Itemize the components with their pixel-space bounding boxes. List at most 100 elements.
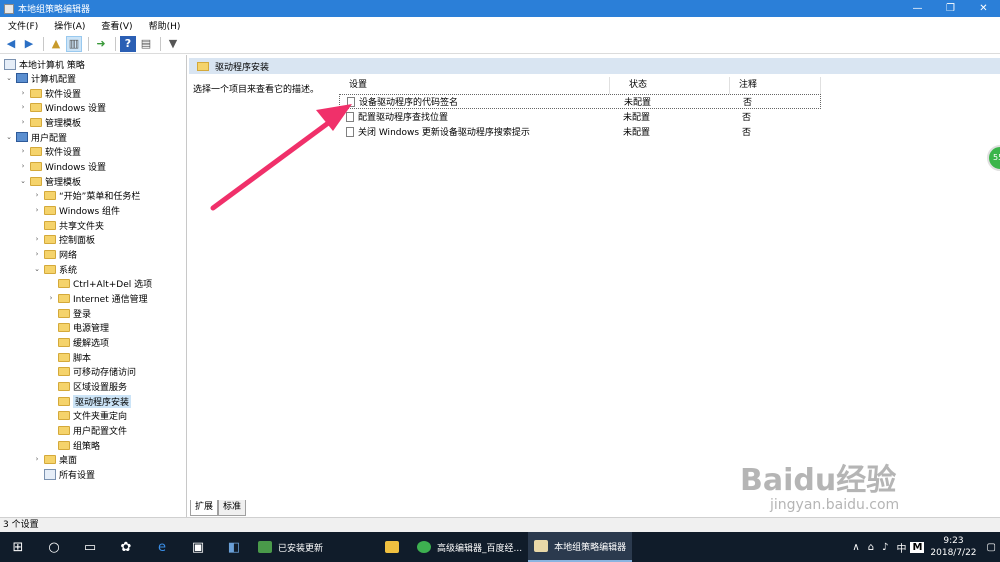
back-icon[interactable]: ◀ — [3, 36, 19, 52]
taskbar-app-browser[interactable]: 高级编辑器_百度经... — [411, 532, 528, 562]
expand-icon[interactable]: › — [18, 162, 28, 170]
column-separator[interactable] — [729, 77, 730, 94]
all-settings-icon — [44, 468, 56, 480]
export-list-icon[interactable]: ➜ — [93, 36, 109, 52]
tree-node-removable-storage[interactable]: 可移动存储访问 — [46, 364, 136, 378]
taskbar-app-installed-updates[interactable]: 已安装更新 — [252, 532, 329, 562]
column-header-note[interactable]: 注释 — [739, 77, 757, 94]
collapse-icon[interactable]: ⌄ — [4, 133, 14, 141]
tree-node-power[interactable]: 电源管理 — [46, 320, 109, 334]
minimize-button[interactable]: — — [901, 0, 934, 17]
tree-node-internet-comm[interactable]: › Internet 通信管理 — [46, 291, 148, 305]
tab-standard[interactable]: 标准 — [218, 500, 247, 516]
expand-icon[interactable]: › — [32, 455, 42, 463]
expand-icon[interactable]: › — [32, 191, 42, 199]
expand-icon[interactable]: › — [18, 147, 28, 155]
menu-view[interactable]: 查看(V) — [93, 19, 140, 32]
expand-icon[interactable]: › — [46, 294, 56, 302]
ime-mode-indicator[interactable]: M — [910, 541, 925, 553]
edge-icon[interactable]: e — [144, 532, 180, 562]
tree-node-uc-windows[interactable]: › Windows 设置 — [18, 159, 106, 173]
filter-icon[interactable]: ▼ — [165, 36, 181, 52]
tree-label: 用户配置文件 — [73, 426, 128, 437]
collapse-icon[interactable]: ⌄ — [4, 74, 14, 82]
tree-node-all-settings[interactable]: 所有设置 — [32, 467, 95, 481]
tab-extended[interactable]: 扩展 — [190, 500, 219, 516]
task-view-icon[interactable]: ▭ — [72, 532, 108, 562]
tree-node-cc-windows[interactable]: › Windows 设置 — [18, 100, 106, 114]
tree-node-user-profiles[interactable]: 用户配置文件 — [46, 423, 127, 437]
tree-label: Windows 设置 — [45, 162, 107, 173]
network-icon[interactable]: ⌂ — [864, 542, 878, 553]
setting-note: 否 — [742, 128, 752, 138]
search-icon[interactable]: ○ — [36, 532, 72, 562]
tree-node-driver-install[interactable]: 驱动程序安装 — [46, 394, 132, 408]
tree-node-user-config[interactable]: ⌄ 用户配置 — [4, 130, 67, 144]
taskbar-app-label: 已安装更新 — [278, 543, 324, 554]
tree-node-shared-folders[interactable]: 共享文件夹 — [32, 218, 104, 232]
expand-icon[interactable]: › — [32, 235, 42, 243]
pinwheel-app-icon[interactable]: ✿ — [108, 532, 144, 562]
column-header-state[interactable]: 状态 — [629, 77, 647, 94]
tree-node-network[interactable]: › 网络 — [32, 247, 77, 261]
expand-icon[interactable]: › — [32, 250, 42, 258]
tree-node-computer-config[interactable]: ⌄ 计算机配置 — [4, 71, 76, 85]
tree-node-cc-software[interactable]: › 软件设置 — [18, 86, 81, 100]
taskbar-app-gpedit[interactable]: 本地组策略编辑器 — [528, 532, 633, 562]
expand-icon[interactable]: › — [32, 206, 42, 214]
menu-help[interactable]: 帮助(H) — [141, 19, 189, 32]
close-button[interactable]: ✕ — [967, 0, 1000, 17]
tree-node-logon[interactable]: 登录 — [46, 306, 91, 320]
clock[interactable]: 9:23 2018/7/22 — [924, 535, 982, 559]
tree-node-cc-admin[interactable]: › 管理模板 — [18, 115, 81, 129]
up-folder-icon[interactable]: ▲ — [48, 36, 64, 52]
collapse-icon[interactable]: ⌄ — [32, 265, 42, 273]
expand-icon[interactable]: › — [18, 89, 28, 97]
tree-node-scripts[interactable]: 脚本 — [46, 350, 91, 364]
expand-icon[interactable]: › — [18, 103, 28, 111]
notification-icon[interactable]: ▢ — [983, 542, 1000, 553]
column-separator[interactable] — [609, 77, 610, 94]
collapse-icon[interactable]: ⌄ — [18, 177, 28, 185]
setting-row[interactable]: 设备驱动程序的代码签名 未配置 否 — [339, 94, 821, 109]
tree-node-group-policy[interactable]: 组策略 — [46, 438, 100, 452]
properties-icon[interactable]: ▤ — [138, 36, 154, 52]
tree-node-locale-services[interactable]: 区域设置服务 — [46, 379, 127, 393]
ime-indicator[interactable]: 中 — [892, 540, 910, 555]
tree-node-uc-software[interactable]: › 软件设置 — [18, 144, 81, 158]
tree-node-root[interactable]: 本地计算机 策略 — [2, 57, 85, 71]
expand-icon[interactable]: › — [18, 118, 28, 126]
folder-icon — [44, 220, 56, 230]
setting-row[interactable]: 配置驱动程序查找位置 未配置 否 — [339, 109, 821, 124]
maximize-button[interactable]: ❐ — [934, 0, 967, 17]
start-icon[interactable]: ⊞ — [0, 532, 36, 562]
taskbar-app-explorer[interactable] — [379, 532, 411, 562]
tree-node-control-panel[interactable]: › 控制面板 — [32, 232, 95, 246]
tree-node-mitigation[interactable]: 缓解选项 — [46, 335, 109, 349]
help-icon[interactable]: ? — [120, 35, 136, 52]
pinned-app-icon[interactable]: ◧ — [216, 532, 252, 562]
column-header-setting[interactable]: 设置 — [349, 77, 367, 94]
tree-node-folder-redirection[interactable]: 文件夹重定向 — [46, 408, 127, 422]
tree-node-start-taskbar[interactable]: › “开始”菜单和任务栏 — [32, 188, 140, 202]
volume-icon[interactable]: ♪ — [878, 542, 892, 553]
folder-icon — [58, 366, 70, 376]
menu-action[interactable]: 操作(A) — [46, 19, 93, 32]
tree-node-system[interactable]: ⌄ 系统 — [32, 262, 77, 276]
tree-label: 组策略 — [73, 441, 101, 452]
folder-icon — [58, 381, 70, 391]
settings-list: 设置 状态 注释 设备驱动程序的代码签名 未配置 否 配置驱动程序查找位置 未配… — [339, 77, 829, 497]
chevron-up-icon[interactable]: ∧ — [848, 542, 863, 553]
folder-icon — [58, 410, 70, 420]
tree-node-uc-admin[interactable]: ⌄ 管理模板 — [18, 174, 81, 188]
forward-icon[interactable]: ▶ — [21, 36, 37, 52]
column-separator[interactable] — [820, 77, 821, 94]
store-icon[interactable]: ▣ — [180, 532, 216, 562]
tree-node-desktop[interactable]: › 桌面 — [32, 452, 77, 466]
tree-node-ctrl-alt-del[interactable]: Ctrl+Alt+Del 选项 — [46, 276, 152, 290]
setting-row[interactable]: 关闭 Windows 更新设备驱动程序搜索提示 未配置 否 — [339, 124, 821, 139]
show-hide-tree-icon[interactable]: ▥ — [66, 35, 82, 52]
folder-icon — [30, 102, 42, 112]
menu-file[interactable]: 文件(F) — [0, 19, 46, 32]
tree-node-windows-components[interactable]: › Windows 组件 — [32, 203, 120, 217]
